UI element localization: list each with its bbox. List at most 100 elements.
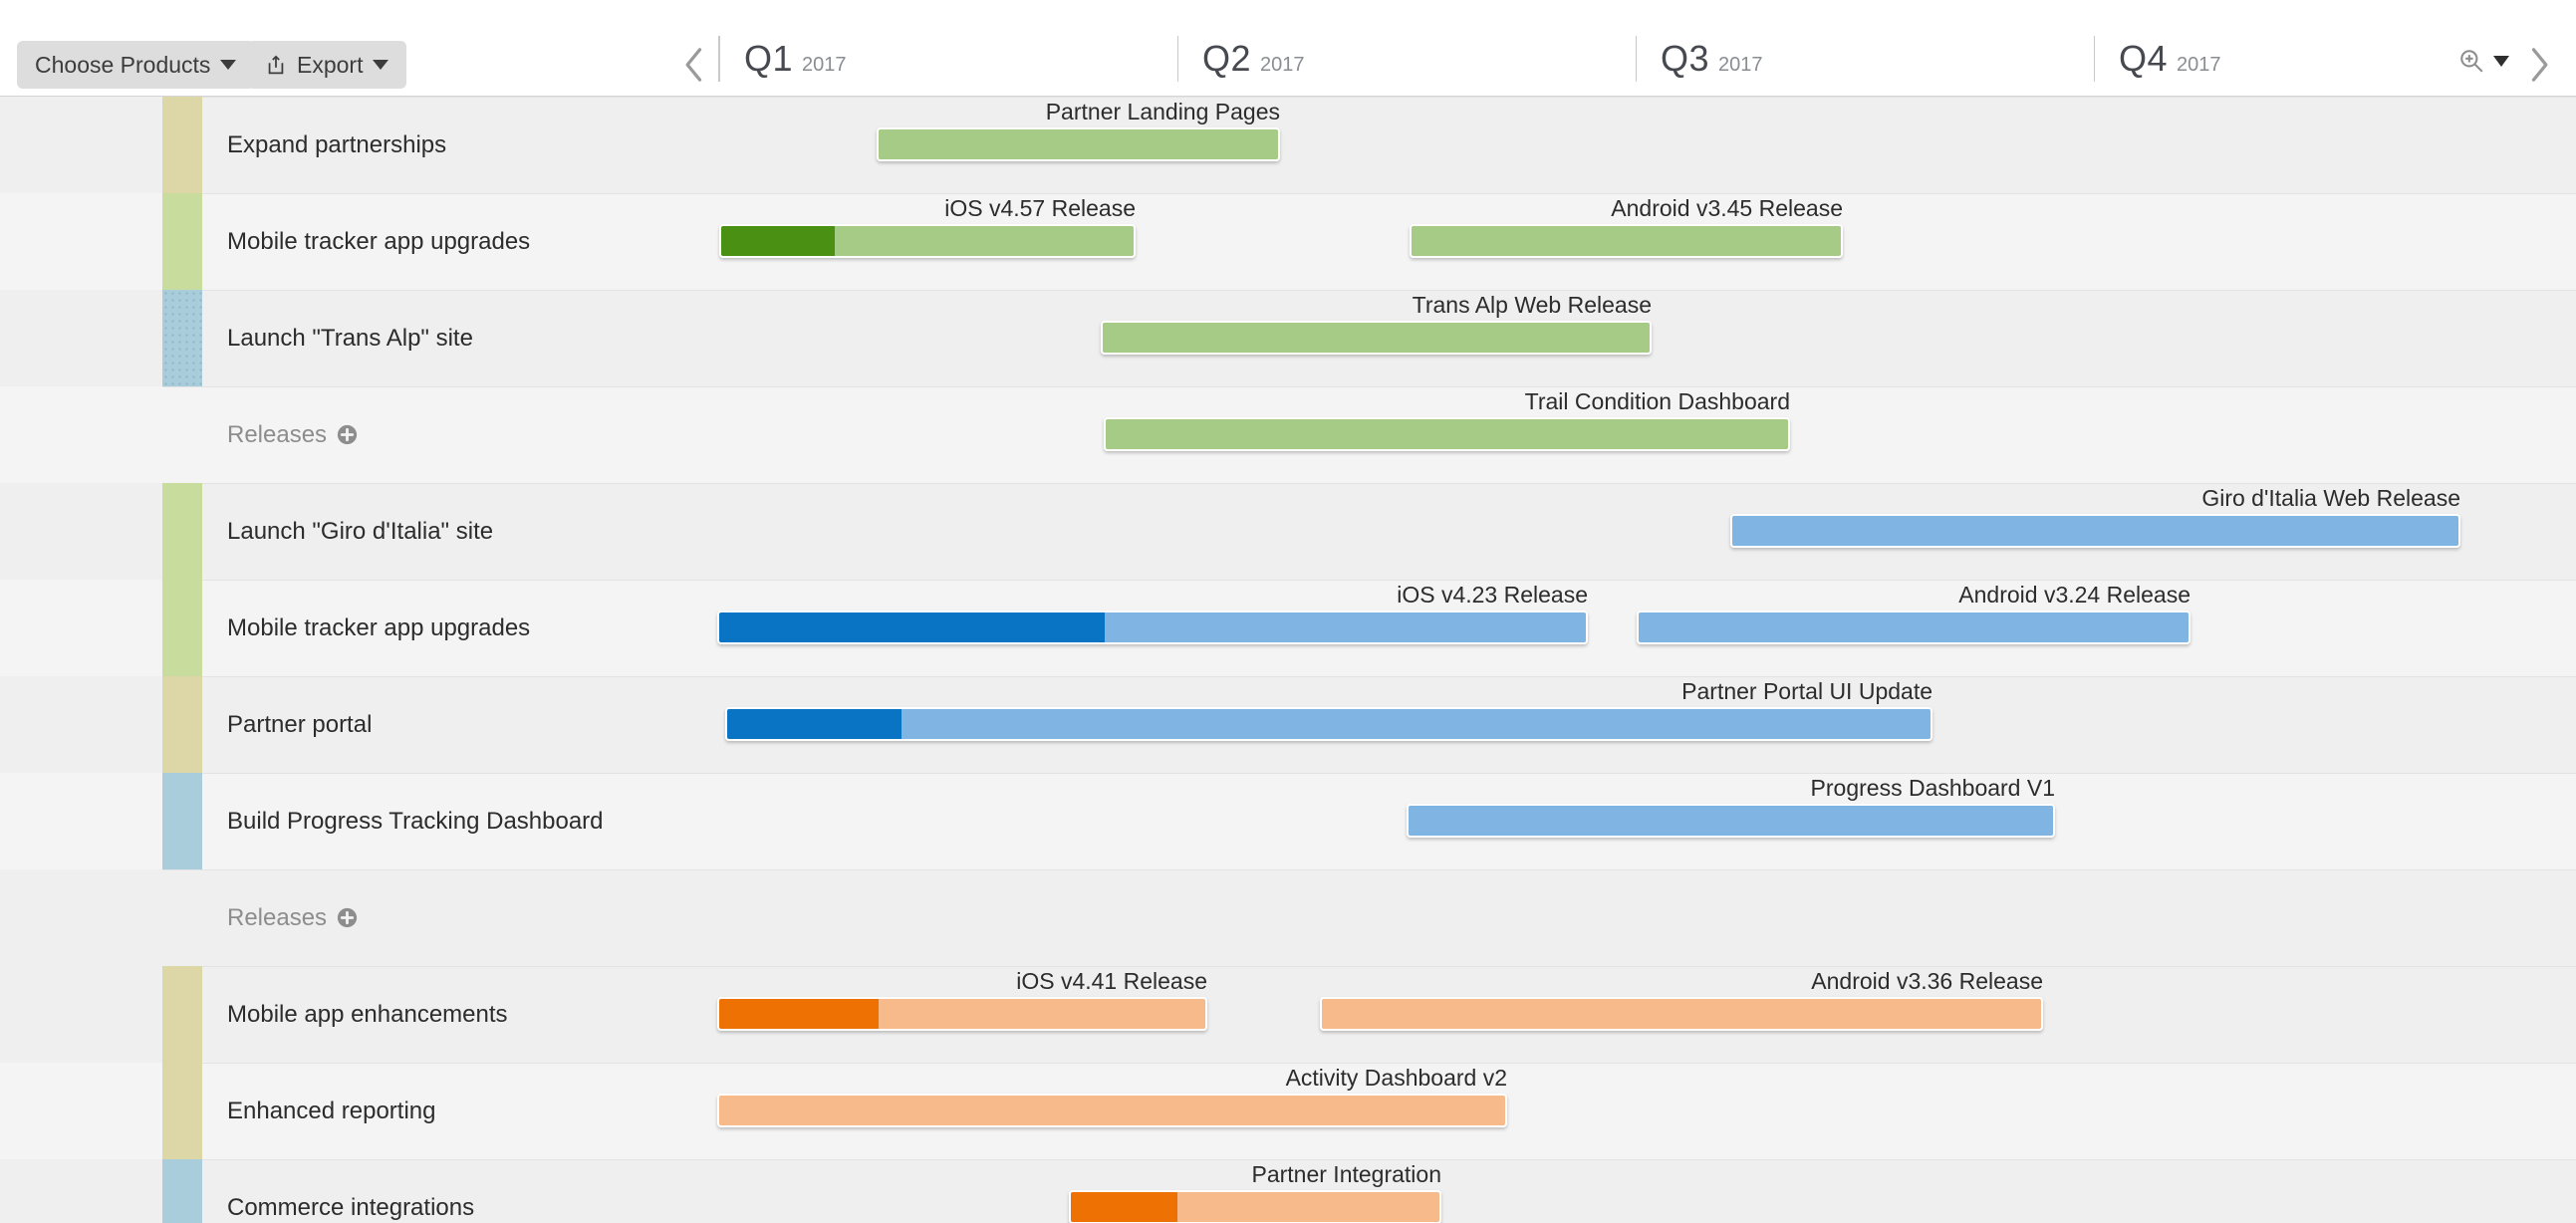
gantt-bar[interactable] xyxy=(1069,1190,1441,1223)
quarter-header-q1[interactable]: Q12017 xyxy=(744,38,847,80)
quarter-header-q3[interactable]: Q3 2017 xyxy=(1661,38,1763,80)
initiative-row[interactable]: Expand partnershipsPartner Landing Pages xyxy=(0,97,2576,193)
releases-row[interactable]: ReleasesTrail Condition Dashboard xyxy=(0,386,2576,483)
section-epic-swimming: EPIC SWIMMINGMobile app enhancementsiOS … xyxy=(0,966,2576,1223)
gantt-bar[interactable] xyxy=(717,1094,1507,1127)
initiative-row[interactable]: Mobile app enhancements iOS v4.41 Release… xyxy=(0,966,2576,1063)
add-release-icon[interactable] xyxy=(337,424,358,445)
gantt-bar-remainder xyxy=(902,709,1931,739)
initiative-row[interactable]: Enhanced reporting Activity Dashboard v2 xyxy=(0,1063,2576,1159)
row-divider xyxy=(162,580,2576,581)
quarter-header-q2[interactable]: Q2 2017 xyxy=(1202,38,1305,80)
gantt-bar-label: Android v3.36 Release xyxy=(1811,968,2043,995)
quarter-divider xyxy=(1177,36,1178,82)
quarter-divider xyxy=(2094,36,2095,82)
releases-label: Releases xyxy=(227,421,327,449)
export-button[interactable]: Export xyxy=(247,41,406,89)
gantt-bar[interactable] xyxy=(1730,514,2460,548)
category-color-strip xyxy=(162,773,202,869)
caret-down-icon xyxy=(220,60,236,70)
gantt-bar[interactable] xyxy=(1410,224,1843,258)
gantt-bar[interactable] xyxy=(877,127,1280,161)
category-color-strip xyxy=(162,580,202,676)
initiative-row[interactable]: Commerce integrationsPartner Integration xyxy=(0,1159,2576,1223)
releases-label: Releases xyxy=(227,904,327,932)
initiative-label: Mobile app enhancements xyxy=(227,1001,508,1029)
quarter-divider xyxy=(718,36,719,82)
gantt-bar-label: iOS v4.41 Release xyxy=(1016,968,1207,995)
initiative-label: Expand partnerships xyxy=(227,131,446,159)
quarter-year: 2017 xyxy=(2177,54,2221,77)
export-label: Export xyxy=(297,52,363,79)
choose-products-button[interactable]: Choose Products xyxy=(17,41,254,89)
category-color-strip xyxy=(162,1063,202,1159)
gantt-bar-remainder xyxy=(719,1096,1505,1125)
timeline-prev-button[interactable] xyxy=(677,43,711,87)
gantt-bar[interactable] xyxy=(1637,611,2190,644)
row-divider xyxy=(162,290,2576,291)
quarter-name: Q1 xyxy=(744,38,793,80)
quarter-name: Q3 xyxy=(1661,38,1709,80)
gantt-bar[interactable] xyxy=(1320,997,2043,1031)
gantt-bar-remainder xyxy=(1103,323,1650,353)
quarter-year: 2017 xyxy=(1260,54,1305,77)
gantt-bar-remainder xyxy=(1322,999,2041,1029)
gantt-bar-remainder xyxy=(1732,516,2458,546)
releases-label-group: Releases xyxy=(227,421,358,449)
share-icon xyxy=(265,55,287,77)
gantt-bar-remainder xyxy=(1177,1192,1439,1222)
gantt-bar[interactable] xyxy=(1407,804,2055,838)
initiative-label: Launch "Giro d'Italia" site xyxy=(227,518,493,546)
row-divider xyxy=(162,386,2576,387)
toolbar: Choose Products Export Q12017Q22017Q320 xyxy=(0,0,2576,97)
releases-label-group: Releases xyxy=(227,904,358,932)
caret-down-icon[interactable] xyxy=(2493,56,2509,67)
gantt-chart-body: MTB BIKINGExpand partnershipsPartner Lan… xyxy=(0,97,2576,1223)
gantt-bar-label: Progress Dashboard V1 xyxy=(1811,775,2055,802)
timeline-next-button[interactable] xyxy=(2522,43,2556,87)
quarter-header-q4[interactable]: Q42017 xyxy=(2119,38,2221,80)
gantt-bar-label: Partner Portal UI Update xyxy=(1681,678,1932,705)
row-divider xyxy=(162,193,2576,194)
category-color-strip xyxy=(162,193,202,290)
gantt-bar-label: Partner Integration xyxy=(1251,1161,1441,1188)
gantt-bar-progress xyxy=(721,226,835,256)
category-color-strip xyxy=(162,1159,202,1223)
gantt-bar-label: Trans Alp Web Release xyxy=(1413,292,1652,319)
gantt-bar[interactable] xyxy=(725,707,1932,741)
initiative-row[interactable]: Mobile tracker app upgradesiOS v4.23 Rel… xyxy=(0,580,2576,676)
magnifier-plus-icon xyxy=(2458,48,2484,74)
gantt-bar[interactable] xyxy=(717,611,1588,644)
gantt-bar[interactable] xyxy=(1104,417,1790,451)
gantt-bar-remainder xyxy=(1639,612,2189,642)
section-mtb-biking: MTB BIKINGExpand partnershipsPartner Lan… xyxy=(0,97,2576,483)
gantt-bar-progress xyxy=(1071,1192,1177,1222)
gantt-bar-label: Activity Dashboard v2 xyxy=(1286,1065,1507,1092)
gantt-bar-label: iOS v4.57 Release xyxy=(944,195,1136,222)
row-divider xyxy=(162,1159,2576,1160)
initiative-row[interactable]: Build Progress Tracking DashboardProgres… xyxy=(0,773,2576,869)
gantt-bar-label: Giro d'Italia Web Release xyxy=(2201,485,2460,512)
gantt-bar-label: Android v3.24 Release xyxy=(1958,582,2190,609)
initiative-row[interactable]: Partner portalPartner Portal UI Update xyxy=(0,676,2576,773)
gantt-bar-progress xyxy=(719,612,1105,642)
category-color-strip xyxy=(162,97,202,193)
gantt-bar-remainder xyxy=(1412,226,1841,256)
initiative-label: Mobile tracker app upgrades xyxy=(227,228,530,256)
initiative-row[interactable]: Launch "Giro d'Italia" site Giro d'Italia… xyxy=(0,483,2576,580)
initiative-row[interactable]: Mobile tracker app upgrades iOS v4.57 Rel… xyxy=(0,193,2576,290)
quarter-name: Q2 xyxy=(1202,38,1251,80)
initiative-row[interactable]: Launch "Trans Alp" siteTrans Alp Web Rel… xyxy=(0,290,2576,386)
row-divider xyxy=(162,773,2576,774)
zoom-control[interactable] xyxy=(2458,48,2509,74)
section-fredwin-cycling: FREDWIN CYCLINGLaunch "Giro d'Italia" si… xyxy=(0,483,2576,966)
gantt-bar[interactable] xyxy=(717,997,1207,1031)
category-color-strip xyxy=(162,676,202,773)
releases-row[interactable]: Releases xyxy=(0,869,2576,966)
initiative-label: Enhanced reporting xyxy=(227,1098,435,1125)
gantt-bar[interactable] xyxy=(719,224,1136,258)
add-release-icon[interactable] xyxy=(337,907,358,928)
gantt-bar[interactable] xyxy=(1101,321,1652,355)
gantt-bar-label: iOS v4.23 Release xyxy=(1397,582,1588,609)
quarter-year: 2017 xyxy=(1718,54,1763,77)
